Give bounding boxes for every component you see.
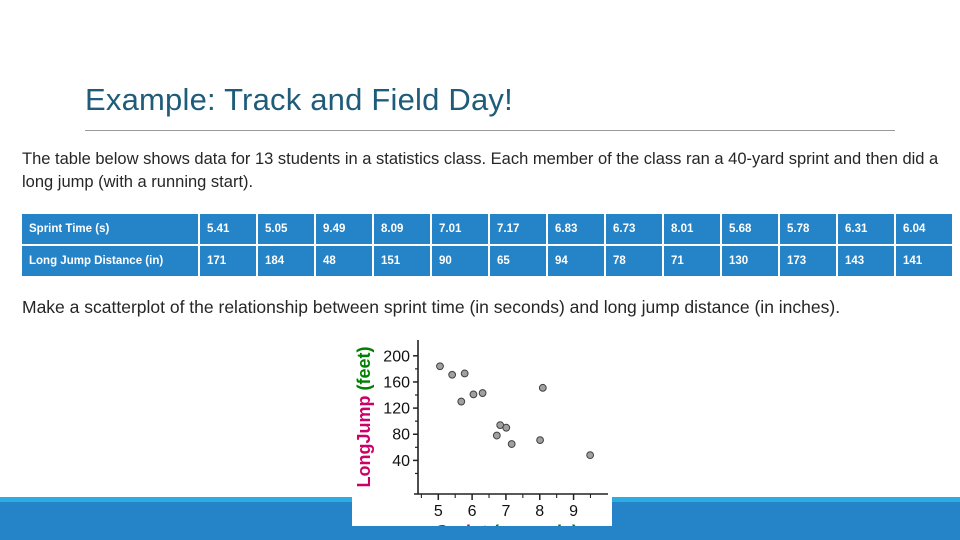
table-cell: 6.73	[606, 214, 662, 244]
table-cell: 143	[838, 246, 894, 276]
table-cell: 6.31	[838, 214, 894, 244]
table-cell: 78	[606, 246, 662, 276]
data-point	[469, 390, 478, 399]
table-cell: 48	[316, 246, 372, 276]
table-cell: 171	[200, 246, 256, 276]
table-cell: 7.17	[490, 214, 546, 244]
data-point	[492, 431, 501, 440]
data-point	[502, 423, 511, 432]
data-point-marker	[507, 440, 516, 448]
data-point	[436, 362, 444, 371]
data-point-marker	[536, 436, 544, 445]
data-point-marker	[586, 451, 595, 460]
table-body: Sprint Time (s) 5.41 5.05 9.49 8.09 7.01 7.17 6…	[22, 214, 952, 276]
data-point-marker	[478, 389, 487, 397]
data-point-marker	[538, 383, 547, 392]
table-cell: 5.68	[722, 214, 778, 244]
table-row-header: Sprint Time (s)	[22, 214, 198, 244]
data-point	[507, 440, 516, 448]
y-tick-label: 120	[383, 401, 410, 418]
page-title: Example: Track and Field Day!	[85, 82, 513, 117]
slide-canvas: Example: Track and Field Day! The table …	[0, 0, 960, 540]
data-table: Sprint Time (s) 5.41 5.05 9.49 8.09 7.01 7.17 6…	[20, 212, 954, 278]
table-cell: 9.49	[316, 214, 372, 244]
title-divider	[85, 130, 895, 131]
table-cell: 141	[896, 246, 952, 276]
table-cell: 130	[722, 246, 778, 276]
table-cell: 7.01	[432, 214, 488, 244]
data-point	[448, 370, 457, 379]
data-point-marker	[436, 362, 444, 371]
data-point	[457, 397, 466, 406]
data-point-marker	[492, 431, 501, 440]
y-tick-label: 200	[383, 348, 410, 365]
table-cell: 5.78	[780, 214, 836, 244]
data-point-marker	[469, 390, 478, 399]
y-axis-title: LongJump (feet)	[354, 346, 374, 487]
data-point	[536, 436, 544, 445]
data-point	[586, 451, 595, 460]
x-tick-label: 7	[501, 503, 510, 520]
scatterplot-figure: 40 80 120 160 200 5 6 7 8 9 Sprint (seconds) LongJ…	[352, 330, 612, 526]
y-tick-label: 40	[392, 453, 410, 470]
data-point-marker	[502, 423, 511, 432]
data-point-marker	[457, 397, 466, 406]
table-cell: 5.41	[200, 214, 256, 244]
table-cell: 65	[490, 246, 546, 276]
table-cell: 6.83	[548, 214, 604, 244]
table-row-header: Long Jump Distance (in)	[22, 246, 198, 276]
data-point-marker	[448, 370, 457, 379]
scatterplot-svg: 40 80 120 160 200 5 6 7 8 9 Sprint (seconds) LongJ…	[352, 330, 612, 526]
table-cell: 173	[780, 246, 836, 276]
table-cell: 90	[432, 246, 488, 276]
intro-paragraph: The table below shows data for 13 studen…	[22, 150, 939, 191]
table-cell: 184	[258, 246, 314, 276]
prompt-paragraph: Make a scatterplot of the relationship b…	[22, 297, 841, 317]
table-cell: 8.09	[374, 214, 430, 244]
table-cell: 6.04	[896, 214, 952, 244]
table-row: Sprint Time (s) 5.41 5.05 9.49 8.09 7.01 7.17 6…	[22, 214, 952, 244]
table-row: Long Jump Distance (in) 171 184 48 151 90 65 94…	[22, 246, 952, 276]
table-cell: 5.05	[258, 214, 314, 244]
x-tick-label: 6	[468, 503, 477, 520]
data-point-marker	[460, 369, 469, 378]
x-tick-label: 9	[569, 503, 578, 520]
data-point	[478, 389, 487, 397]
y-tick-label: 160	[383, 374, 410, 391]
table-cell: 94	[548, 246, 604, 276]
data-point	[460, 369, 469, 378]
table-cell: 71	[664, 246, 720, 276]
x-tick-label: 8	[535, 503, 544, 520]
y-tick-label: 80	[392, 427, 410, 444]
table-cell: 8.01	[664, 214, 720, 244]
data-point	[538, 383, 547, 392]
x-tick-label: 5	[434, 503, 443, 520]
x-axis-title: Sprint (seconds)	[436, 522, 578, 526]
table-cell: 151	[374, 246, 430, 276]
